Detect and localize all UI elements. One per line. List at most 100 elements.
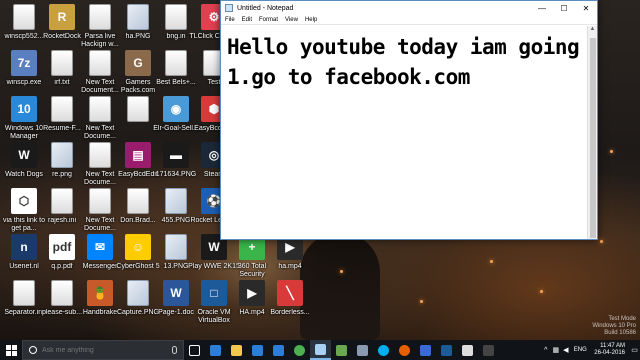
taskbar-task-view-icon[interactable] xyxy=(184,340,205,360)
windows-watermark: Test Mode Windows 10 Pro Build 10586 xyxy=(592,316,636,337)
desktop-icon-label: Borderless... xyxy=(270,309,310,316)
app-icon: ☺ xyxy=(125,234,151,260)
taskbar-firefox-icon[interactable] xyxy=(394,340,415,360)
notepad-menubar: File Edit Format View Help xyxy=(221,15,597,25)
language-indicator[interactable]: ENG xyxy=(572,347,588,354)
firefox-glyph xyxy=(399,344,410,356)
clock[interactable]: 11:47 AM 26-04-2016 xyxy=(591,343,628,357)
taskbar-app-sq-icon[interactable] xyxy=(457,340,478,360)
document-icon xyxy=(89,188,111,214)
start-button[interactable] xyxy=(0,340,22,360)
app-icon: W xyxy=(11,142,37,168)
desktop-icon[interactable]: ╲ Borderless... xyxy=(264,278,316,338)
text-line: Hello youtube today iam going t xyxy=(227,35,587,59)
app-icon: ▬ xyxy=(163,142,189,168)
scroll-up-icon[interactable]: ▲ xyxy=(588,26,597,36)
app-icon: □ xyxy=(201,280,227,306)
clock-date: 26-04-2016 xyxy=(594,350,625,356)
app-icon: ▶ xyxy=(239,280,265,306)
volume-icon[interactable]: ◀ xyxy=(562,347,569,354)
notepad-titlebar[interactable]: Untitled - Notepad — ☐ ✕ xyxy=(221,1,597,15)
watermark-line: Windows 10 Pro xyxy=(592,323,636,329)
mail-glyph xyxy=(273,344,284,356)
taskbar-virtualbox-icon[interactable] xyxy=(436,340,457,360)
menu-edit[interactable]: Edit xyxy=(242,17,252,23)
menu-help[interactable]: Help xyxy=(305,17,317,23)
clock-time: 11:47 AM xyxy=(600,343,625,349)
text-line: 1.go to facebook.com xyxy=(227,65,470,89)
app-icon: 🍍 xyxy=(87,280,113,306)
menu-format[interactable]: Format xyxy=(259,17,278,23)
scrollbar-thumb[interactable] xyxy=(590,38,596,238)
app-icon: 7z xyxy=(11,50,37,76)
edge-glyph xyxy=(210,344,221,356)
taskbar-mail-icon[interactable] xyxy=(268,340,289,360)
cortana-search[interactable] xyxy=(22,340,184,360)
taskbar-steam-icon[interactable] xyxy=(352,340,373,360)
minimize-button[interactable]: — xyxy=(531,1,553,15)
taskbar-edge-icon[interactable] xyxy=(205,340,226,360)
taskbar-skype-icon[interactable] xyxy=(373,340,394,360)
document-icon xyxy=(165,4,187,30)
taskbar-apps xyxy=(184,340,499,360)
file-explorer-glyph xyxy=(231,344,242,356)
app-dark-glyph xyxy=(483,344,494,356)
microphone-icon[interactable] xyxy=(172,346,177,354)
taskbar-notepad-icon[interactable] xyxy=(310,340,331,360)
chevron-up-icon[interactable]: ^ xyxy=(542,347,549,354)
app-blue-glyph xyxy=(420,344,431,356)
chrome-glyph xyxy=(294,344,305,356)
taskbar-store-icon[interactable] xyxy=(247,340,268,360)
document-icon xyxy=(89,4,111,30)
search-input[interactable] xyxy=(42,346,142,354)
taskbar: ^ ▦ ◀ ENG 11:47 AM 26-04-2016 ▭ xyxy=(0,340,640,360)
taskbar-file-explorer-icon[interactable] xyxy=(226,340,247,360)
image-file-icon xyxy=(165,234,187,260)
app-icon: ╲ xyxy=(277,280,303,306)
maximize-button[interactable]: ☐ xyxy=(553,1,575,15)
document-icon xyxy=(165,50,187,76)
document-icon xyxy=(89,142,111,168)
image-file-icon xyxy=(165,188,187,214)
watermark-line: Build 10586 xyxy=(604,330,636,336)
document-icon xyxy=(13,280,35,306)
document-icon xyxy=(51,280,73,306)
app-icon: n xyxy=(11,234,37,260)
store-glyph xyxy=(252,344,263,356)
virtualbox-glyph xyxy=(441,344,452,356)
desktop-icon-label: ha.mp4 xyxy=(278,263,302,270)
app-icon: R xyxy=(49,4,75,30)
document-icon xyxy=(51,188,73,214)
network-icon[interactable]: ▦ xyxy=(552,347,559,354)
app-icon: ⬡ xyxy=(11,188,37,214)
cortana-icon xyxy=(29,346,37,354)
menu-file[interactable]: File xyxy=(225,17,235,23)
minecraft-glyph xyxy=(336,344,347,356)
document-icon xyxy=(13,4,35,30)
desktop: winscp552... 7z winscp.exe 10 Windows 10 Man… xyxy=(0,0,640,340)
taskbar-app-blue-icon[interactable] xyxy=(415,340,436,360)
notepad-text-area[interactable]: Hello youtube today iam going t 1.go to … xyxy=(221,26,587,239)
taskbar-app-dark-icon[interactable] xyxy=(478,340,499,360)
system-tray: ^ ▦ ◀ ENG 11:47 AM 26-04-2016 ▭ xyxy=(542,340,640,360)
skype-glyph xyxy=(378,344,389,356)
document-icon xyxy=(89,50,111,76)
app-icon: ✉ xyxy=(87,234,113,260)
app-icon: G xyxy=(125,50,151,76)
taskbar-chrome-icon[interactable] xyxy=(289,340,310,360)
app-icon: W xyxy=(163,280,189,306)
document-icon xyxy=(51,50,73,76)
taskbar-minecraft-icon[interactable] xyxy=(331,340,352,360)
document-icon xyxy=(51,96,73,122)
close-button[interactable]: ✕ xyxy=(575,1,597,15)
vertical-scrollbar[interactable]: ▲ xyxy=(587,26,597,239)
image-file-icon xyxy=(127,280,149,306)
action-center-icon[interactable]: ▭ xyxy=(631,347,638,354)
menu-view[interactable]: View xyxy=(285,17,298,23)
app-icon: ◉ xyxy=(163,96,189,122)
window-title: Untitled - Notepad xyxy=(237,4,294,12)
steam-glyph xyxy=(357,344,368,356)
notepad-window[interactable]: Untitled - Notepad — ☐ ✕ File Edit Forma… xyxy=(220,0,598,240)
notepad-icon xyxy=(225,4,233,12)
watermark-line: Test Mode xyxy=(608,316,636,322)
